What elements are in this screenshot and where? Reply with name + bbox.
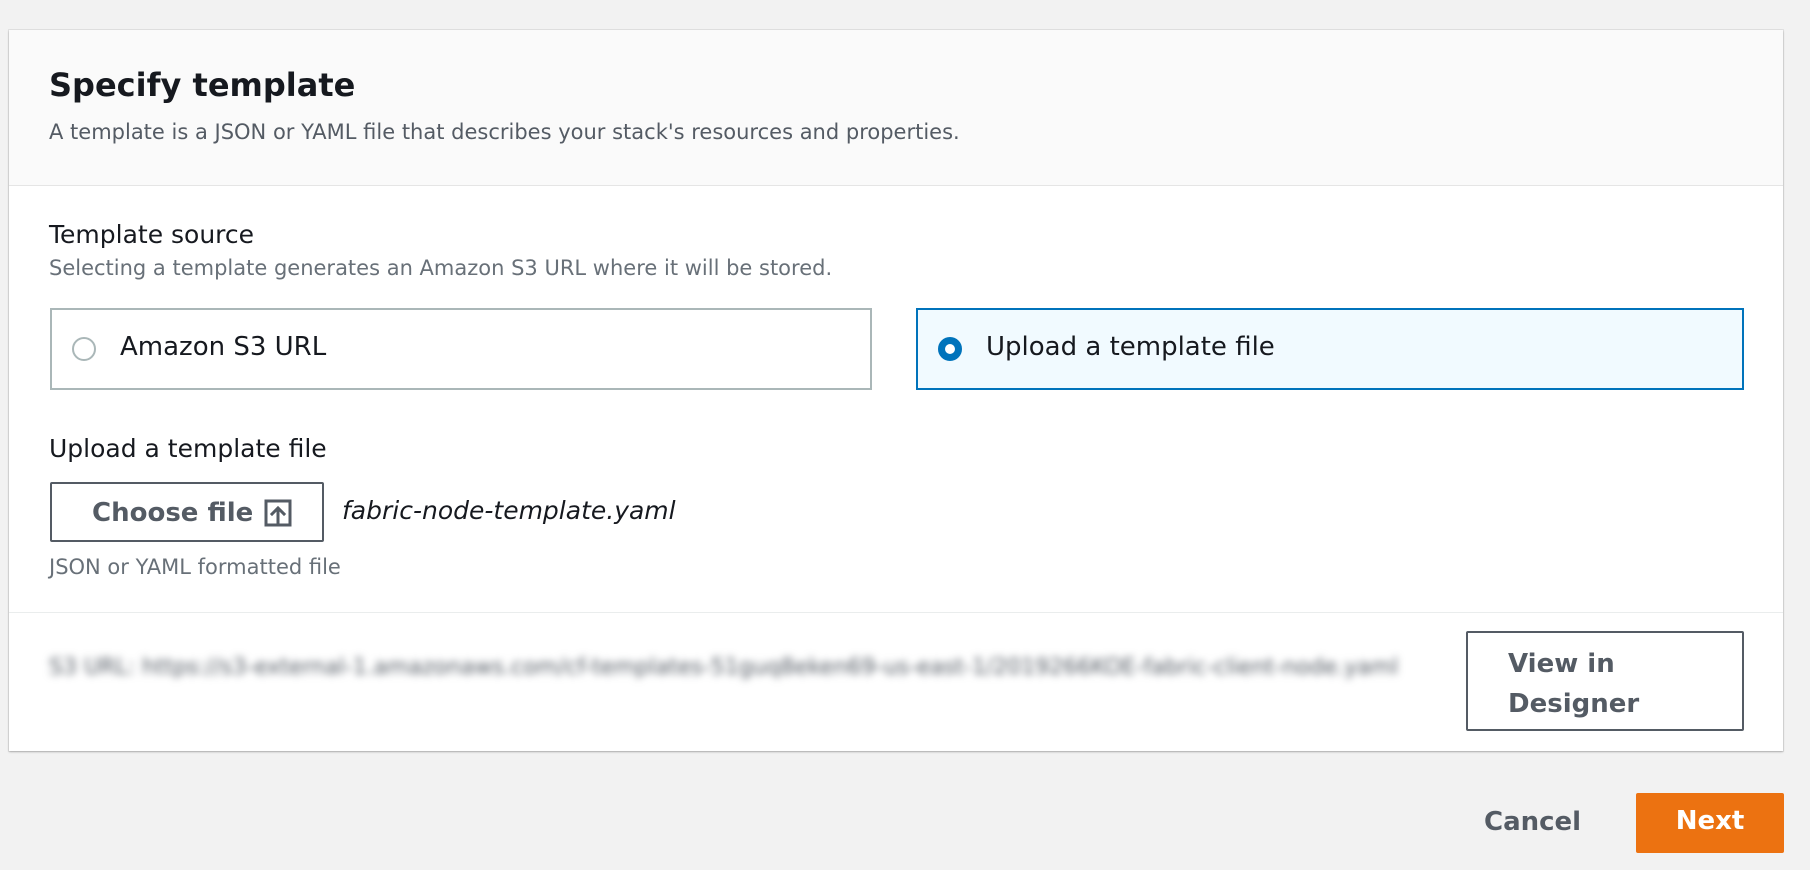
choose-file-label: Choose file — [92, 498, 254, 528]
choose-file-button[interactable]: Choose file — [50, 482, 324, 542]
radio-tile-label: Amazon S3 URL — [120, 332, 327, 362]
radio-button-checked[interactable] — [938, 337, 962, 361]
s3-url-text: S3 URL: https://s3-external-1.amazonaws.… — [49, 655, 1399, 680]
cancel-label: Cancel — [1484, 807, 1582, 837]
panel-description: A template is a JSON or YAML file that d… — [49, 120, 960, 144]
template-source-label: Template source — [49, 220, 255, 249]
radio-tile-amazon-s3-url[interactable]: Amazon S3 URL — [50, 308, 872, 390]
view-in-designer-button[interactable]: View in Designer — [1466, 631, 1744, 731]
next-button[interactable]: Next — [1636, 793, 1784, 853]
radio-tile-label: Upload a template file — [986, 332, 1275, 362]
radio-button-unchecked[interactable] — [72, 337, 96, 361]
section-divider — [9, 612, 1783, 613]
panel-header: Specify template A template is a JSON or… — [9, 30, 1783, 186]
next-label: Next — [1675, 806, 1745, 836]
specify-template-panel: Specify template A template is a JSON or… — [9, 30, 1783, 751]
upload-icon — [264, 499, 292, 527]
cancel-button[interactable]: Cancel — [1468, 796, 1592, 854]
upload-file-label: Upload a template file — [49, 434, 327, 463]
radio-tile-upload-template-file[interactable]: Upload a template file — [916, 308, 1744, 390]
upload-constraint-text: JSON or YAML formatted file — [49, 555, 341, 579]
template-source-description: Selecting a template generates an Amazon… — [49, 256, 833, 280]
view-in-designer-label: View in Designer — [1508, 649, 1640, 719]
selected-file-name: fabric-node-template.yaml — [342, 496, 676, 525]
panel-title: Specify template — [49, 66, 356, 104]
